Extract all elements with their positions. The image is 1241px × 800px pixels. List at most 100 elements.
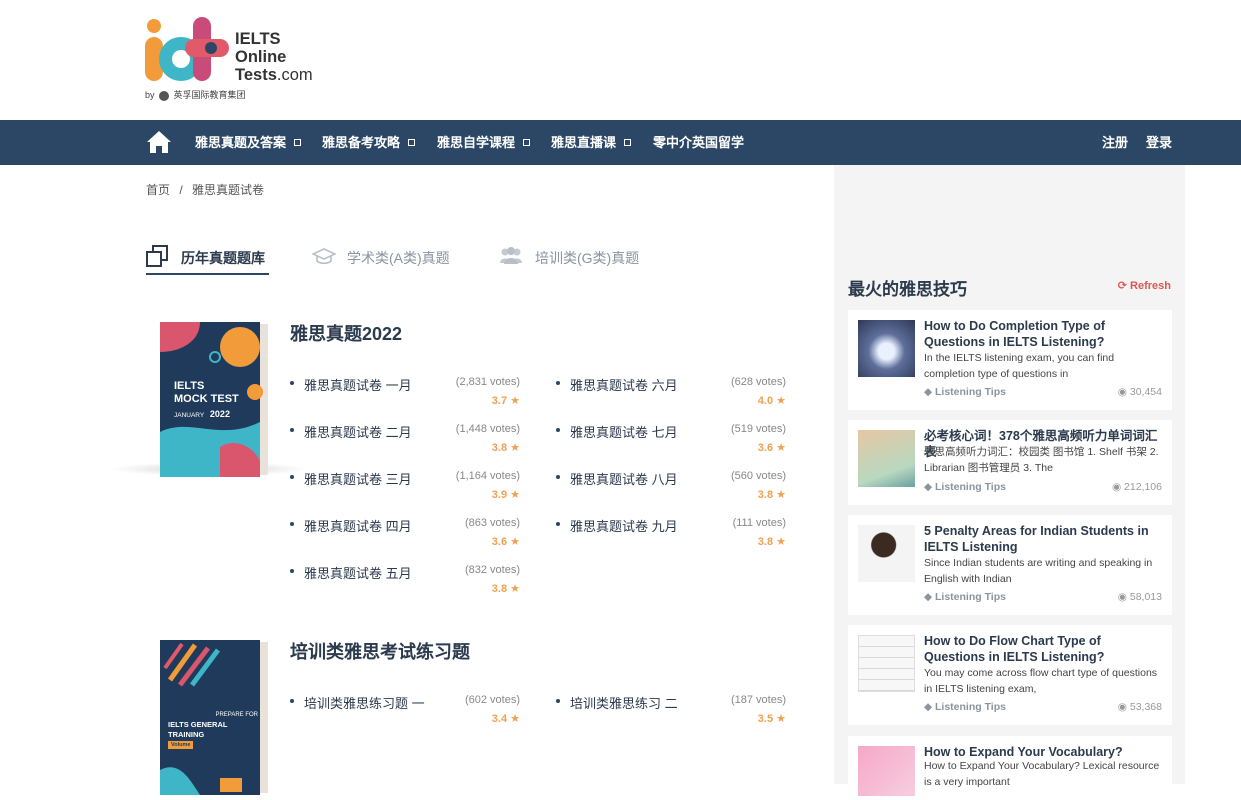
- item-name: 雅思真题试卷 九月: [570, 519, 678, 534]
- tip-tag[interactable]: ◆ Listening Tips: [924, 591, 1006, 603]
- rating-value: 4.0: [757, 395, 774, 407]
- bullet-icon: [556, 699, 560, 703]
- book-volume: Volume: [168, 741, 194, 749]
- tip-card[interactable]: How to Expand Your Vocabulary? How to Ex…: [848, 736, 1172, 796]
- item-votes: (2,831 votes): [455, 376, 520, 388]
- exam-item-may[interactable]: 雅思真题试卷 五月 (832 votes) 3.8 ★: [290, 563, 520, 603]
- logo-mark-icon: [145, 17, 229, 81]
- tip-views-count: 30,454: [1129, 386, 1162, 398]
- exam-item-feb[interactable]: 雅思真题试卷 二月 (1,448 votes) 3.8 ★: [290, 422, 520, 462]
- login-link[interactable]: 登录: [1146, 120, 1172, 165]
- dropdown-icon: [523, 139, 531, 147]
- home-icon[interactable]: [146, 130, 172, 154]
- logo-wordmark: IELTS Online Tests.com: [235, 30, 313, 84]
- nav-item-label: 零中介英国留学: [653, 135, 745, 150]
- star-icon: ★: [776, 713, 786, 725]
- section-title[interactable]: 雅思真题2022: [290, 320, 402, 346]
- tip-tag-label: Listening Tips: [935, 481, 1006, 493]
- tip-views: ◉ 53,368: [1118, 701, 1162, 713]
- breadcrumb: 首页 / 雅思真题试卷: [146, 181, 270, 198]
- nav-item-uk-study[interactable]: 零中介英国留学: [653, 120, 744, 165]
- tip-card[interactable]: 必考核心词！378个雅思高频听力单词词汇表 雅思高频听力词汇：校园类 图书馆 1…: [848, 420, 1172, 505]
- tab-past-papers[interactable]: 历年真题题库: [146, 238, 269, 275]
- rating-value: 3.4: [491, 713, 508, 725]
- exam-item-gt-2[interactable]: 培训类雅思练习 二 (187 votes) 3.5 ★: [556, 693, 786, 733]
- exam-item-aug[interactable]: 雅思真题试卷 八月 (560 votes) 3.8 ★: [556, 469, 786, 509]
- item-name: 雅思真题试卷 三月: [304, 472, 412, 487]
- star-icon: ★: [510, 489, 520, 501]
- tab-academic[interactable]: 学术类(A类)真题: [312, 238, 462, 275]
- book-cover-general[interactable]: PREPARE FOR IELTS GENERAL TRAINING Volum…: [160, 640, 268, 795]
- rating-value: 3.5: [757, 713, 774, 725]
- exam-item-jun[interactable]: 雅思真题试卷 六月 (628 votes) 4.0 ★: [556, 375, 786, 415]
- item-rating: 3.6 ★: [758, 441, 786, 454]
- tip-views-count: 212,106: [1124, 481, 1162, 493]
- org-icon: [159, 90, 170, 101]
- book-cover-2022[interactable]: IELTS MOCK TEST JANUARY 2022: [160, 322, 268, 477]
- exam-item-mar[interactable]: 雅思真题试卷 三月 (1,164 votes) 3.9 ★: [290, 469, 520, 509]
- tip-views: ◉ 58,013: [1118, 591, 1162, 603]
- tip-tag[interactable]: ◆ Listening Tips: [924, 481, 1006, 493]
- tip-views: ◉ 30,454: [1118, 386, 1162, 398]
- nav-item-label: 雅思真题及答案: [195, 135, 287, 150]
- exam-item-apr[interactable]: 雅思真题试卷 四月 (863 votes) 3.6 ★: [290, 516, 520, 556]
- copy-icon: [146, 245, 168, 267]
- nav-item-label: 雅思自学课程: [437, 135, 516, 150]
- item-votes: (1,448 votes): [455, 423, 520, 435]
- exam-item-sep[interactable]: 雅思真题试卷 九月 (111 votes) 3.8 ★: [556, 516, 786, 556]
- book-title-line2: IELTS GENERAL TRAINING: [168, 720, 228, 739]
- item-votes: (1,164 votes): [455, 470, 520, 482]
- item-votes: (560 votes): [730, 470, 786, 482]
- item-rating: 3.8 ★: [492, 582, 520, 595]
- star-icon: ★: [510, 713, 520, 725]
- tab-general[interactable]: 培训类(G类)真题: [498, 238, 648, 275]
- nav-item-exam-answers[interactable]: 雅思真题及答案: [195, 120, 302, 165]
- tip-tag-label: Listening Tips: [935, 591, 1006, 603]
- tip-card[interactable]: How to Do Completion Type of Questions i…: [848, 310, 1172, 410]
- nav-item-live-class[interactable]: 雅思直播课: [551, 120, 632, 165]
- bullet-icon: [290, 428, 294, 432]
- exam-section-2022: IELTS MOCK TEST JANUARY 2022 雅思真题2022 雅思…: [110, 310, 800, 610]
- logo-byline: by 英孚国际教育集团: [145, 88, 246, 101]
- tip-tag[interactable]: ◆ Listening Tips: [924, 701, 1006, 713]
- register-link[interactable]: 注册: [1102, 120, 1128, 165]
- item-votes: (863 votes): [464, 517, 520, 529]
- star-icon: ★: [510, 536, 520, 548]
- breadcrumb-home[interactable]: 首页: [146, 183, 170, 197]
- exam-item-jan[interactable]: 雅思真题试卷 一月 (2,831 votes) 3.7 ★: [290, 375, 520, 415]
- nav-item-label: 雅思备考攻略: [322, 135, 401, 150]
- item-votes: (111 votes): [732, 517, 786, 529]
- refresh-button[interactable]: ⟳ Refresh: [1118, 279, 1171, 292]
- item-name: 雅思真题试卷 五月: [304, 566, 412, 581]
- dropdown-icon: [624, 139, 632, 147]
- section-title[interactable]: 培训类雅思考试练习题: [290, 638, 470, 664]
- star-icon: ★: [776, 536, 786, 548]
- tab-label: 历年真题题库: [181, 250, 265, 266]
- item-votes: (519 votes): [730, 423, 786, 435]
- logo-line-3-suffix: .com: [276, 66, 313, 84]
- graduation-cap-icon: [312, 248, 336, 265]
- dropdown-icon: [294, 139, 302, 147]
- item-name: 雅思真题试卷 一月: [304, 378, 412, 393]
- tip-card[interactable]: 5 Penalty Areas for Indian Students in I…: [848, 515, 1172, 615]
- exam-item-gt-1[interactable]: 培训类雅思练习题 一 (602 votes) 3.4 ★: [290, 693, 520, 733]
- main-navbar: 雅思真题及答案 雅思备考攻略 雅思自学课程 雅思直播课 零中介英国留学 注册 登…: [0, 120, 1241, 165]
- rating-value: 3.7: [491, 395, 508, 407]
- logo-line-1: IELTS: [235, 30, 281, 48]
- tip-tag[interactable]: ◆ Listening Tips: [924, 386, 1006, 398]
- tip-title: 5 Penalty Areas for Indian Students in I…: [924, 524, 1149, 554]
- nav-item-self-study[interactable]: 雅思自学课程: [437, 120, 531, 165]
- item-rating: 3.6 ★: [492, 535, 520, 548]
- item-name: 雅思真题试卷 七月: [570, 425, 678, 440]
- eye-icon: ◉: [1117, 386, 1127, 398]
- item-votes: (602 votes): [464, 694, 520, 706]
- tip-desc: Since Indian students are writing and sp…: [924, 557, 1153, 585]
- exam-item-jul[interactable]: 雅思真题试卷 七月 (519 votes) 3.6 ★: [556, 422, 786, 462]
- nav-item-prep-guide[interactable]: 雅思备考攻略: [322, 120, 416, 165]
- tip-card[interactable]: How to Do Flow Chart Type of Questions i…: [848, 625, 1172, 725]
- tip-tag-label: Listening Tips: [935, 701, 1006, 713]
- tag-icon: ◆: [924, 701, 933, 713]
- star-icon: ★: [510, 583, 520, 595]
- site-logo[interactable]: IELTS Online Tests.com by 英孚国际教育集团: [145, 17, 345, 102]
- bullet-icon: [290, 699, 294, 703]
